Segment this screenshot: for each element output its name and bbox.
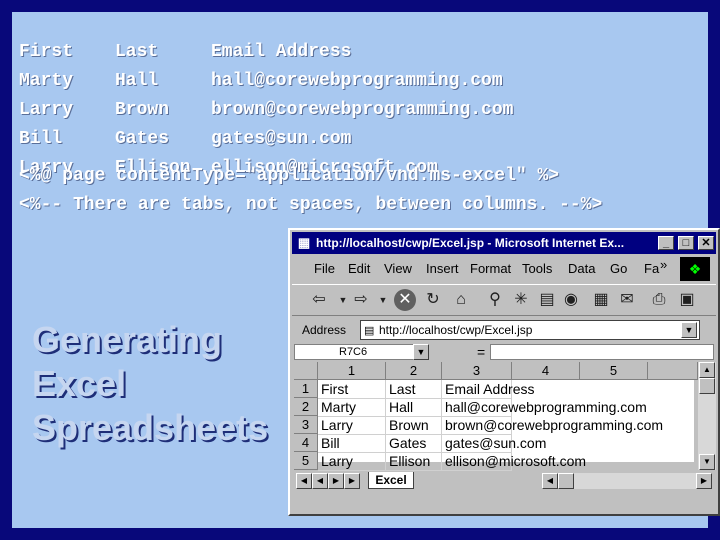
formula-input[interactable] xyxy=(490,344,714,360)
cell[interactable]: Ellison xyxy=(386,452,442,471)
cell[interactable]: Larry xyxy=(318,452,386,471)
row-header[interactable]: 2 xyxy=(294,398,318,416)
spreadsheet-grid: 1 2 3 4 5 1 2 3 4 5 First Last Email Add… xyxy=(294,362,698,471)
search-icon[interactable]: ⚲ xyxy=(484,289,506,311)
code-line-5: Larry Ellison ellison@microsoft.com xyxy=(19,158,438,178)
slide-title-line-1: Generating xyxy=(32,319,223,360)
row-header[interactable]: 1 xyxy=(294,380,318,398)
menu-tools[interactable]: Tools xyxy=(522,261,552,276)
back-arrow-icon[interactable]: ⇦ xyxy=(308,289,330,311)
column-header-blank[interactable] xyxy=(648,362,698,380)
cell[interactable]: Larry xyxy=(318,416,386,435)
menu-overflow-chevron[interactable]: » xyxy=(660,257,667,272)
menu-insert[interactable]: Insert xyxy=(426,261,459,276)
slide-title-line-2: Excel xyxy=(32,363,127,404)
code-line-1: First Last Email Address xyxy=(19,42,352,62)
browser-window: ▦ http://localhost/cwp/Excel.jsp - Micro… xyxy=(288,228,720,516)
cell[interactable]: First xyxy=(318,380,386,399)
window-title: http://localhost/cwp/Excel.jsp - Microso… xyxy=(316,236,625,250)
sheet-tab-bar: ◀ ◀ ▶ ▶ Excel ◀ ▶ xyxy=(294,472,716,490)
close-button[interactable]: ✕ xyxy=(698,236,714,250)
menu-bar: File Edit View Insert Format Tools Data … xyxy=(292,256,716,282)
home-icon[interactable]: ⌂ xyxy=(450,289,472,311)
page-icon: ▤ xyxy=(364,325,375,337)
menu-go[interactable]: Go xyxy=(610,261,627,276)
ie-page-icon: ▦ xyxy=(297,235,311,250)
column-header[interactable]: 4 xyxy=(512,362,580,380)
menu-view[interactable]: View xyxy=(384,261,412,276)
name-box-value: R7C6 xyxy=(339,346,368,358)
menu-edit[interactable]: Edit xyxy=(348,261,370,276)
print-icon[interactable]: ⎙ xyxy=(648,289,670,311)
cell[interactable]: Gates xyxy=(386,434,442,453)
row-header[interactable]: 5 xyxy=(294,452,318,470)
address-label: Address xyxy=(302,323,347,337)
horizontal-scrollbar[interactable]: ◀ ▶ xyxy=(542,473,712,489)
last-sheet-icon[interactable]: ▶ xyxy=(344,473,360,489)
column-header[interactable]: 1 xyxy=(318,362,386,380)
windows-logo-icon: ❖ xyxy=(680,257,710,281)
address-input[interactable]: ▤ http://localhost/cwp/Excel.jsp ▼ xyxy=(360,320,700,340)
cell[interactable]: hall@corewebprogramming.com xyxy=(442,398,647,417)
column-header[interactable]: 5 xyxy=(580,362,648,380)
maximize-button[interactable]: □ xyxy=(678,236,694,250)
scroll-left-icon[interactable]: ◀ xyxy=(542,473,558,489)
scroll-right-icon[interactable]: ▶ xyxy=(696,473,712,489)
cell[interactable]: Last xyxy=(386,380,442,399)
menu-data[interactable]: Data xyxy=(568,261,595,276)
favorites-icon[interactable]: ✳ xyxy=(510,289,532,311)
forward-arrow-icon[interactable]: ⇨ xyxy=(350,289,372,311)
forward-dropdown-icon[interactable]: ▼ xyxy=(372,289,394,311)
menu-favorites[interactable]: Fa xyxy=(644,261,659,276)
scroll-up-icon[interactable]: ▲ xyxy=(699,362,715,378)
address-bar: Address ▤ http://localhost/cwp/Excel.jsp … xyxy=(292,318,716,344)
edit-icon[interactable]: ▣ xyxy=(676,289,698,311)
code-line-3: Larry Brown brown@corewebprogramming.com xyxy=(19,100,514,120)
cell[interactable]: gates@sun.com xyxy=(442,434,546,453)
address-dropdown-icon[interactable]: ▼ xyxy=(681,322,697,338)
row-header[interactable]: 3 xyxy=(294,416,318,434)
formula-bar: R7C6 ▼ = xyxy=(292,344,716,362)
vertical-scrollbar[interactable]: ▲ ▼ xyxy=(698,362,716,470)
refresh-icon[interactable]: ↻ xyxy=(422,289,444,311)
cell[interactable]: Brown xyxy=(386,416,442,435)
fullscreen-icon[interactable]: ▦ xyxy=(590,289,612,311)
code-line-4: Bill Gates gates@sun.com xyxy=(19,129,352,149)
page-directive-line: <%@ page contentType="application/vnd.ms… xyxy=(19,166,560,186)
address-value: http://localhost/cwp/Excel.jsp xyxy=(379,323,533,337)
comment-line: <%-- There are tabs, not spaces, between… xyxy=(19,195,603,215)
cell[interactable]: Email Address xyxy=(442,380,534,399)
cell[interactable]: ellison@microsoft.com xyxy=(442,452,586,471)
toolbar: ⇦ ▼ ⇨ ▼ ✕ ↻ ⌂ ⚲ ✳ ▤ ◉ ▦ ✉ ⎙ ▣ xyxy=(292,284,716,316)
menu-format[interactable]: Format xyxy=(470,261,511,276)
history-icon[interactable]: ▤ xyxy=(536,289,558,311)
channels-icon[interactable]: ◉ xyxy=(560,289,582,311)
formula-equals[interactable]: = xyxy=(477,344,485,360)
cell[interactable]: brown@corewebprogramming.com xyxy=(442,416,663,435)
select-all-corner[interactable] xyxy=(294,362,318,380)
prev-sheet-icon[interactable]: ◀ xyxy=(312,473,328,489)
scroll-thumb[interactable] xyxy=(699,378,715,394)
next-sheet-icon[interactable]: ▶ xyxy=(328,473,344,489)
name-box[interactable]: R7C6 ▼ xyxy=(294,344,429,360)
minimize-button[interactable]: _ xyxy=(658,236,674,250)
cell[interactable]: Hall xyxy=(386,398,442,417)
h-scroll-thumb[interactable] xyxy=(558,473,574,489)
row-header[interactable]: 4 xyxy=(294,434,318,452)
mail-icon[interactable]: ✉ xyxy=(616,289,638,311)
menu-file[interactable]: File xyxy=(314,261,335,276)
stop-icon[interactable]: ✕ xyxy=(394,289,416,311)
slide-title-line-3: Spreadsheets xyxy=(32,407,269,448)
column-header[interactable]: 2 xyxy=(386,362,442,380)
first-sheet-icon[interactable]: ◀ xyxy=(296,473,312,489)
code-line-2: Marty Hall hall@corewebprogramming.com xyxy=(19,71,503,91)
cell[interactable]: Marty xyxy=(318,398,386,417)
column-header[interactable]: 3 xyxy=(442,362,512,380)
title-bar[interactable]: ▦ http://localhost/cwp/Excel.jsp - Micro… xyxy=(292,232,716,254)
cell[interactable]: Bill xyxy=(318,434,386,453)
name-box-dropdown-icon[interactable]: ▼ xyxy=(413,344,429,360)
sheet-tab-excel[interactable]: Excel xyxy=(368,472,414,489)
scroll-down-icon[interactable]: ▼ xyxy=(699,454,715,470)
